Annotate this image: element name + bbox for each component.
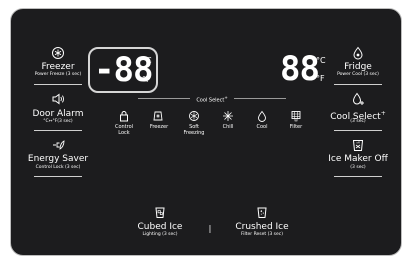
fridge-unit-f: °F bbox=[316, 74, 325, 83]
freezer-sublabel: Power Freeze (3 sec) bbox=[34, 72, 82, 77]
cool-select-freezer: Freezer bbox=[148, 110, 170, 134]
droplet-icon bbox=[258, 110, 266, 122]
cool-select-soft-freezing: Soft Freezing bbox=[182, 110, 206, 140]
cubed-ice-sublabel: Lighting (3 sec) bbox=[142, 232, 178, 237]
cool-select-button[interactable]: Cool Select+ (3 sec) bbox=[328, 92, 388, 130]
divider-line bbox=[334, 84, 382, 85]
cool-select-chill: Chill bbox=[218, 110, 238, 134]
cubed-ice-icon bbox=[155, 207, 165, 218]
lock-icon bbox=[120, 111, 128, 122]
control-lock-label-2: Lock bbox=[118, 130, 130, 136]
crushed-ice-label: Crushed Ice bbox=[235, 222, 289, 232]
cool-label: Cool bbox=[256, 124, 268, 130]
fridge-temp-value: 88 bbox=[280, 49, 320, 89]
filter-icon bbox=[291, 111, 301, 122]
droplet-snow-icon bbox=[353, 46, 363, 60]
cool-select-line-right bbox=[234, 98, 286, 99]
door-alarm-label: Door Alarm bbox=[32, 109, 84, 119]
filter-indicator: Filter bbox=[286, 110, 306, 134]
door-alarm-sublabel: °C↔°F(3 sec) bbox=[43, 119, 73, 124]
freezer-temp-display: -88 °C °F bbox=[88, 47, 158, 93]
door-alarm-button[interactable]: Door Alarm °C↔°F(3 sec) bbox=[28, 92, 88, 130]
energy-saver-sublabel: Control Lock (3 sec) bbox=[35, 165, 81, 170]
fridge-sublabel: Power Cool (3 sec) bbox=[337, 72, 379, 77]
cool-select-line-left bbox=[138, 98, 190, 99]
freezer-unit-f: °F bbox=[142, 75, 151, 84]
droplet-plus-icon bbox=[352, 92, 364, 105]
chill-icon bbox=[223, 111, 233, 121]
fridge-temp-display: 88 °C °F bbox=[280, 50, 332, 90]
soft-freezing-label-2: Freezing bbox=[183, 130, 205, 136]
energy-saver-label: Energy Saver bbox=[27, 154, 89, 164]
divider-line bbox=[34, 84, 82, 85]
freezer-mode-label: Freezer bbox=[149, 124, 169, 130]
control-lock-indicator: Control Lock bbox=[114, 110, 136, 140]
cool-select-title: Cool Select+ bbox=[190, 95, 234, 104]
svg-text:off: off bbox=[356, 141, 360, 145]
cool-select-plus: + bbox=[380, 110, 386, 117]
cool-select-cool: Cool bbox=[252, 110, 272, 134]
energy-saver-button[interactable]: Energy Saver Control Lock (3 sec) bbox=[26, 138, 90, 176]
fridge-button[interactable]: Fridge Power Cool (3 sec) bbox=[328, 46, 388, 84]
fridge-label: Fridge bbox=[344, 62, 372, 72]
cool-select-title-plus: + bbox=[224, 95, 228, 100]
soft-freezing-icon bbox=[189, 111, 199, 121]
freezer-button[interactable]: Freezer Power Freeze (3 sec) bbox=[28, 46, 88, 84]
divider-line bbox=[334, 176, 382, 177]
ice-maker-off-label: Ice Maker Off bbox=[328, 154, 388, 164]
freezer-mode-icon bbox=[153, 111, 163, 121]
divider-line bbox=[34, 130, 82, 131]
crushed-ice-sublabel: Filter Reset (3 sec) bbox=[241, 232, 283, 237]
cool-select-title-text: Cool Select bbox=[196, 97, 225, 104]
divider-line bbox=[34, 176, 82, 177]
chill-label: Chill bbox=[222, 124, 234, 130]
fridge-unit-c: °C bbox=[316, 56, 326, 65]
cool-select-sublabel: (3 sec) bbox=[350, 119, 366, 124]
snowflake-icon bbox=[52, 47, 64, 59]
leaf-plug-icon bbox=[53, 140, 65, 150]
speaker-icon bbox=[52, 93, 64, 105]
cubed-ice-label: Cubed Ice bbox=[137, 222, 183, 232]
filter-label: Filter bbox=[289, 124, 303, 130]
crushed-ice-icon bbox=[257, 207, 267, 218]
cubed-ice-button[interactable]: Cubed Ice Lighting (3 sec) bbox=[132, 205, 188, 243]
crushed-ice-button[interactable]: Crushed Ice Filter Reset (3 sec) bbox=[232, 205, 292, 243]
freezer-unit-c: °C bbox=[142, 56, 152, 65]
ice-bucket-icon: off bbox=[352, 140, 364, 151]
ice-maker-off-sublabel: (3 sec) bbox=[350, 165, 366, 170]
bottom-divider: | bbox=[208, 224, 212, 233]
ice-maker-off-button[interactable]: off Ice Maker Off (3 sec) bbox=[326, 138, 390, 176]
freezer-label: Freezer bbox=[41, 62, 75, 72]
divider-line bbox=[334, 130, 382, 131]
